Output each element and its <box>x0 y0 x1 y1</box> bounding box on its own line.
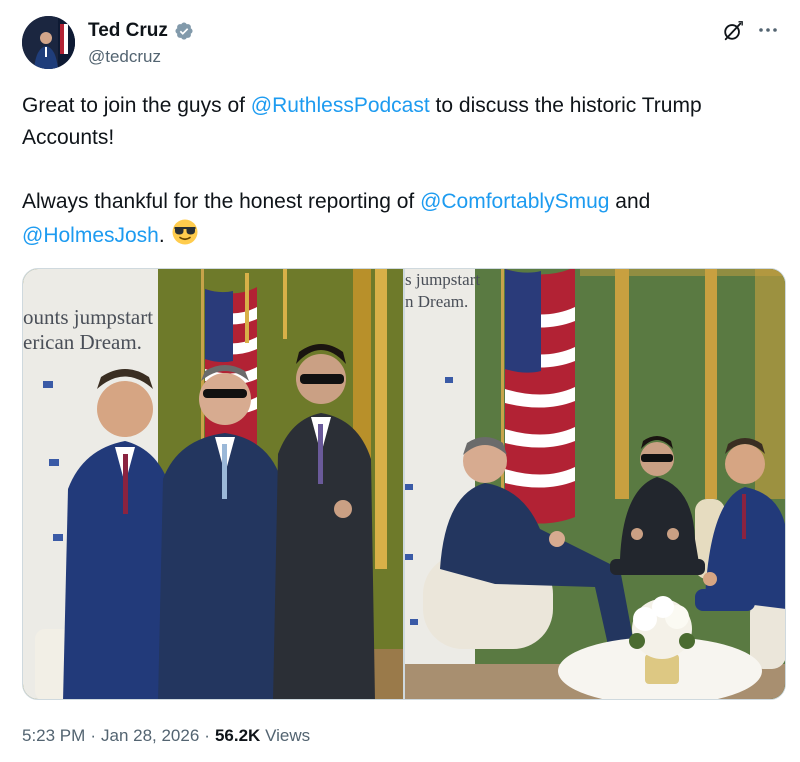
mention-link-ruthlesspodcast[interactable]: @RuthlessPodcast <box>251 94 430 117</box>
photo-2[interactable]: s jumpstart n Dream. <box>405 269 785 699</box>
author-name[interactable]: Ted Cruz <box>88 20 168 42</box>
mention-link-comfortablysmug[interactable]: @ComfortablySmug <box>420 190 609 213</box>
meta-separator: · <box>204 726 210 745</box>
tweet-text: Great to join the guys of @RuthlessPodca… <box>22 90 782 252</box>
media-grid: ounts jumpstart erican Dream. s jumpstar… <box>22 268 786 700</box>
grok-icon[interactable] <box>722 20 744 42</box>
meta-separator: · <box>90 726 96 745</box>
tweet-date[interactable]: Jan 28, 2026 <box>101 726 199 745</box>
backdrop-text-1: ounts jumpstart <box>23 305 153 329</box>
sunglasses-emoji-icon <box>172 219 198 245</box>
display-name[interactable]: Ted Cruz <box>88 20 194 42</box>
views-count: 56.2K <box>214 726 261 745</box>
backdrop-text-1: s jumpstart <box>405 270 480 289</box>
text-segment: Always thankful for the honest reporting… <box>22 190 421 213</box>
more-options-icon[interactable] <box>756 18 780 42</box>
tweet-time[interactable]: 5:23 PM <box>22 726 85 745</box>
mention-link-holmesjosh[interactable]: @HolmesJosh <box>22 224 159 247</box>
verified-badge-icon <box>175 22 193 40</box>
photo-1[interactable]: ounts jumpstart erican Dream. <box>23 269 403 699</box>
tweet: Ted Cruz @tedcruz Great to join the guys… <box>0 0 800 762</box>
text-segment: Great to join the guys of <box>22 94 251 117</box>
tweet-paragraph-1: Great to join the guys of @RuthlessPodca… <box>22 90 782 154</box>
text-segment: . <box>158 224 165 247</box>
tweet-meta: 5:23 PM · Jan 28, 2026 · 56.2K Views <box>22 726 310 746</box>
author-handle[interactable]: @tedcruz <box>88 47 161 67</box>
tweet-paragraph-2: Always thankful for the honest reporting… <box>22 186 782 252</box>
backdrop-text-2: erican Dream. <box>23 330 142 354</box>
views-label: Views <box>265 726 311 745</box>
avatar[interactable] <box>22 16 75 69</box>
text-segment: and <box>609 190 651 213</box>
backdrop-text-2: n Dream. <box>405 292 468 311</box>
